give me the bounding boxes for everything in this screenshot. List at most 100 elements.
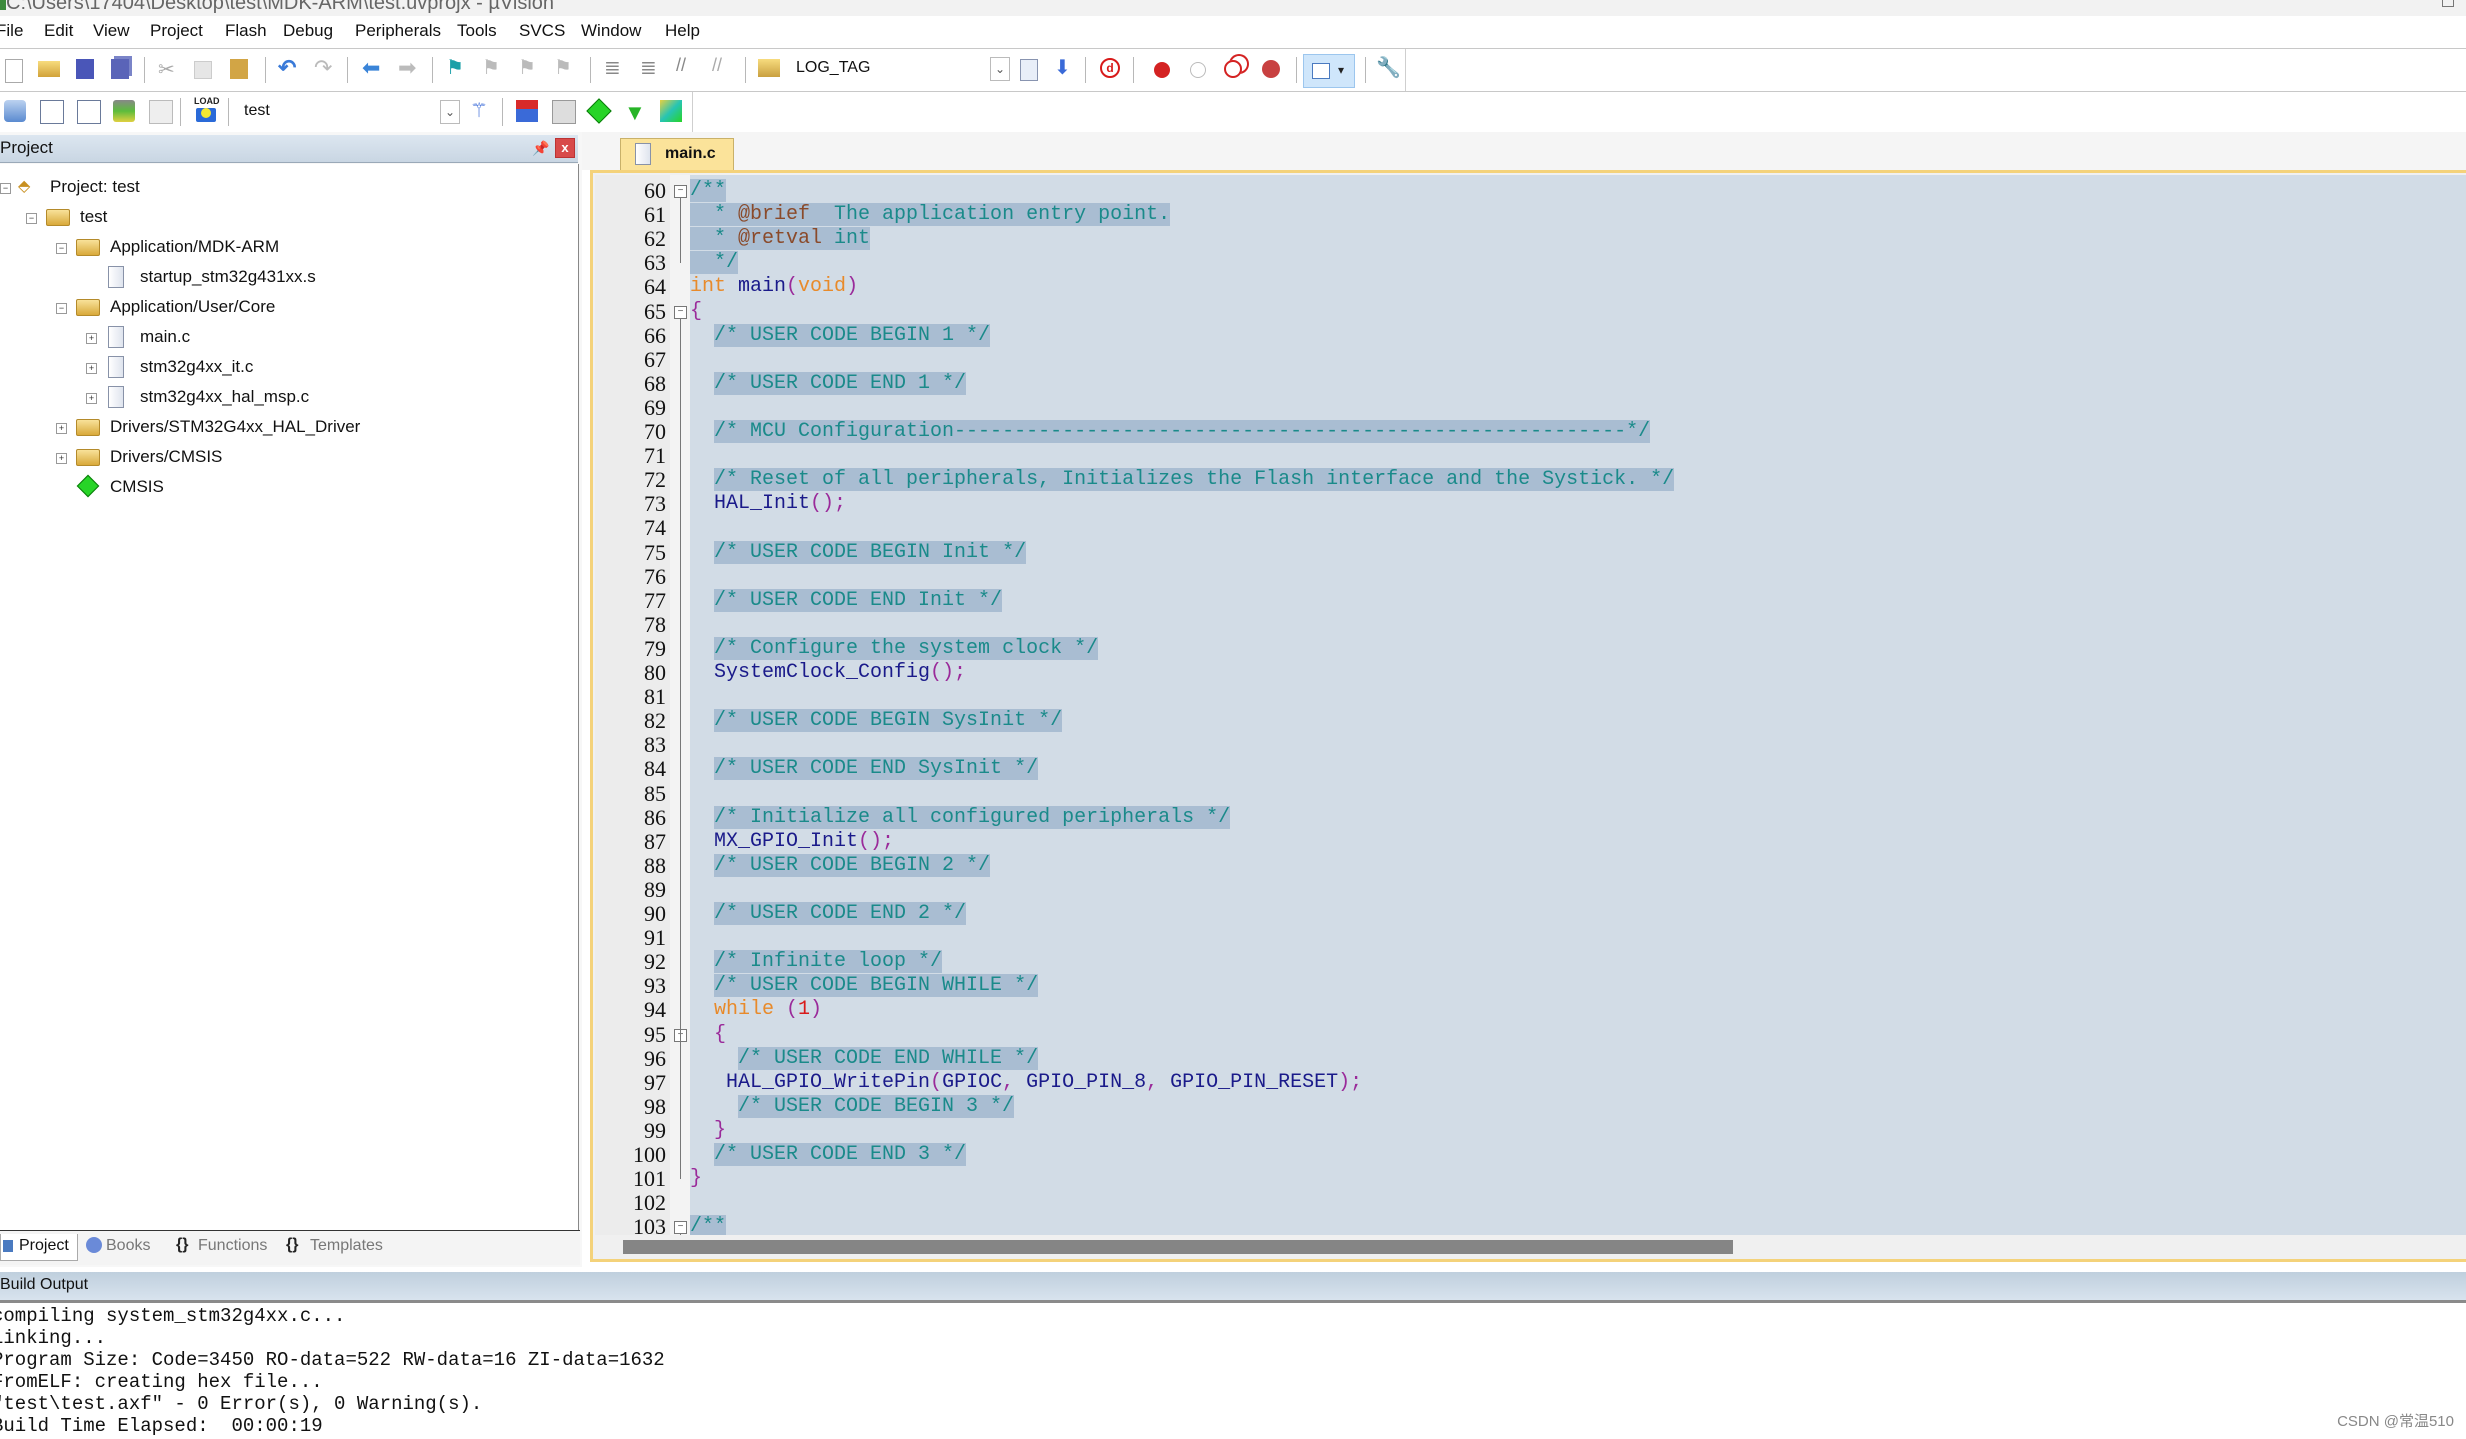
collapse-icon[interactable]: − <box>56 243 67 254</box>
menu-debug[interactable]: Debug <box>283 21 333 41</box>
menu-tools[interactable]: Tools <box>457 21 497 41</box>
rebuild-icon[interactable] <box>77 100 101 124</box>
unindent-icon[interactable]: ≣ <box>640 55 662 79</box>
menu-edit[interactable]: Edit <box>44 21 73 41</box>
target-select[interactable]: test ⌄ <box>234 98 460 126</box>
indent-icon[interactable]: ≣ <box>604 55 626 79</box>
code-token: @brief <box>738 203 811 227</box>
chevron-down-icon[interactable]: ⌄ <box>440 100 460 124</box>
restore-window-icon[interactable] <box>2442 0 2454 7</box>
window-layout-button[interactable]: ▾ <box>1303 54 1355 88</box>
breakpoint-insert-icon[interactable] <box>1154 62 1170 78</box>
output-line: Program Size: Code=3450 RO-data=522 RW-d… <box>0 1349 665 1371</box>
line-number: 98 <box>644 1093 666 1119</box>
copy-icon[interactable] <box>194 61 212 79</box>
build-icon[interactable] <box>40 100 64 124</box>
line-number: 88 <box>644 852 666 878</box>
navigate-back-icon[interactable]: ⬅ <box>362 55 384 80</box>
green-diamond-icon[interactable] <box>586 98 612 124</box>
options-for-target-icon[interactable]: ⚚ <box>470 98 492 122</box>
open-file-icon[interactable] <box>38 61 60 77</box>
expand-icon[interactable]: + <box>86 393 97 404</box>
line-number: 80 <box>644 660 666 685</box>
breakpoint-kill-all-icon[interactable] <box>1262 60 1280 78</box>
window-title: C:\Users\17404\Desktop\test\MDK-ARM\test… <box>6 0 555 14</box>
incremental-find-icon[interactable]: ⬇ <box>1054 55 1076 79</box>
build-output-window[interactable]: compiling system_stm32g4xx.c... linking.… <box>0 1303 2466 1439</box>
collapse-icon[interactable]: − <box>26 213 37 224</box>
code-token: , <box>1146 1070 1171 1094</box>
new-file-icon[interactable] <box>5 59 23 83</box>
tab-functions[interactable]: {} Functions <box>174 1234 278 1260</box>
batch-build-icon[interactable] <box>113 100 135 122</box>
load-icon[interactable]: LOAD <box>194 96 220 126</box>
paste-icon[interactable] <box>230 59 248 79</box>
code-area[interactable]: /** * @brief The application entry point… <box>690 175 2466 1235</box>
horizontal-scrollbar[interactable] <box>595 1235 2465 1259</box>
cmsis-component-icon <box>76 474 100 498</box>
line-number-gutter: 60 61 62 63 64 65 66 67 68 69 70 71 72 73 74 75 76 77 78 79… <box>595 175 670 1239</box>
manage-components-icon[interactable] <box>516 100 538 122</box>
clear-bookmarks-icon[interactable]: ⚑ <box>554 55 576 79</box>
menu-flash[interactable]: Flash <box>225 21 267 41</box>
line-number: 90 <box>644 901 666 926</box>
line-number: 60 <box>644 178 666 203</box>
multi-project-icon[interactable] <box>660 100 682 122</box>
select-packs-icon[interactable] <box>552 100 576 124</box>
bookmark-icon[interactable]: ⚑ <box>446 55 468 79</box>
configure-icon[interactable]: 🔧 <box>1376 55 1401 79</box>
line-number: 102 <box>633 1190 666 1216</box>
cut-icon[interactable]: ✂ <box>158 57 180 81</box>
prev-bookmark-icon[interactable]: ⚑ <box>482 55 504 79</box>
find-icon[interactable] <box>1020 59 1038 81</box>
menu-window[interactable]: Window <box>581 21 641 41</box>
expand-icon[interactable]: + <box>86 363 97 374</box>
line-number: 74 <box>644 515 666 541</box>
line-number: 94 <box>644 997 666 1023</box>
chevron-down-icon[interactable]: ⌄ <box>990 57 1010 81</box>
menu-peripherals[interactable]: Peripherals <box>355 21 441 41</box>
menu-help[interactable]: Help <box>665 21 700 41</box>
redo-icon[interactable]: ↷ <box>314 55 336 80</box>
translate-icon[interactable] <box>4 100 26 122</box>
line-number: 72 <box>644 467 666 493</box>
code-token: /* Initialize all configured peripherals… <box>714 805 1231 829</box>
menu-view[interactable]: View <box>93 21 130 41</box>
collapse-icon[interactable]: − <box>0 183 11 194</box>
code-line: /* USER CODE END SysInit */ <box>690 757 1039 781</box>
undo-icon[interactable]: ↶ <box>278 55 300 80</box>
debug-session-icon[interactable]: d <box>1100 58 1120 78</box>
menu-project[interactable]: Project <box>150 21 203 41</box>
navigate-forward-icon[interactable]: ➡ <box>398 55 420 80</box>
expand-icon[interactable]: + <box>56 453 67 464</box>
collapse-icon[interactable]: − <box>56 303 67 314</box>
pack-installer-icon[interactable]: ▼ <box>624 100 646 125</box>
menu-file[interactable]: File <box>0 21 23 41</box>
tab-books[interactable]: Books <box>84 1234 164 1260</box>
project-panel-header: Project 📌 x <box>0 135 578 163</box>
scrollbar-thumb[interactable] <box>623 1240 1733 1254</box>
expand-icon[interactable]: + <box>86 333 97 344</box>
code-token: void <box>798 275 847 299</box>
pin-icon[interactable]: 📌 <box>532 140 549 157</box>
expand-icon[interactable]: + <box>56 423 67 434</box>
next-bookmark-icon[interactable]: ⚑ <box>518 55 540 79</box>
comment-icon[interactable]: // <box>676 55 698 77</box>
panel-tabs: Project Books {} Functions {} Templates <box>0 1230 580 1265</box>
breakpoint-disable-all-icon[interactable] <box>1224 60 1242 78</box>
editor-tab-main-c[interactable]: main.c <box>620 138 734 171</box>
menu-svcs[interactable]: SVCS <box>519 21 565 41</box>
save-icon[interactable] <box>76 59 94 79</box>
breakpoint-enable-icon[interactable] <box>1190 62 1206 78</box>
close-panel-button[interactable]: x <box>555 138 575 158</box>
tab-templates[interactable]: {} Templates <box>284 1234 392 1260</box>
tab-project[interactable]: Project <box>0 1234 78 1261</box>
stop-build-icon[interactable] <box>149 100 173 124</box>
uncomment-icon[interactable]: // <box>712 55 734 77</box>
find-combo[interactable]: LOG_TAG ⌄ <box>786 55 1010 83</box>
code-line: /* USER CODE END 2 */ <box>690 902 967 926</box>
find-in-files-icon[interactable] <box>758 59 780 77</box>
save-all-icon[interactable] <box>111 59 129 79</box>
